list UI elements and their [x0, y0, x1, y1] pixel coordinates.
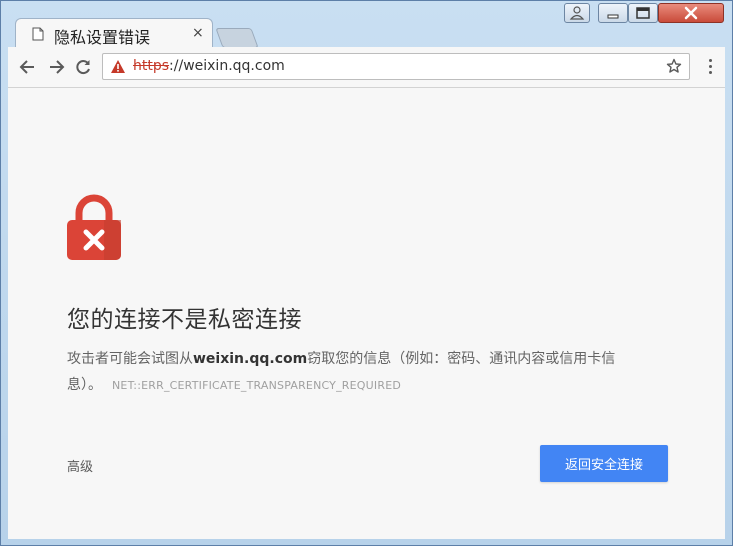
browser-window: 隐私设置错误 × https://weixin.qq.com 您的连接不是私密连… — [0, 0, 733, 546]
minimize-icon — [607, 14, 619, 19]
maximize-button[interactable] — [628, 3, 658, 23]
window-close-button[interactable] — [658, 3, 724, 23]
back-to-safety-button[interactable]: 返回安全连接 — [540, 445, 668, 482]
minimize-button[interactable] — [598, 3, 628, 23]
reload-icon[interactable] — [73, 57, 93, 77]
address-bar[interactable]: https://weixin.qq.com — [102, 53, 690, 80]
page-icon — [32, 27, 44, 41]
broken-lock-icon — [67, 194, 121, 260]
page-title: 您的连接不是私密连接 — [67, 307, 302, 333]
tab-title: 隐私设置错误 — [54, 28, 151, 47]
user-profile-button[interactable] — [564, 3, 590, 23]
bookmark-star-icon[interactable] — [666, 58, 682, 74]
url-scheme: https — [133, 58, 170, 74]
error-description: 攻击者可能会试图从weixin.qq.com窃取您的信息（例如：密码、通讯内容或… — [67, 346, 647, 399]
desc-text-pre: 攻击者可能会试图从 — [67, 351, 193, 367]
close-icon — [684, 6, 698, 20]
user-icon — [569, 6, 585, 20]
warning-icon[interactable] — [110, 59, 126, 74]
error-code[interactable]: NET::ERR_CERTIFICATE_TRANSPARENCY_REQUIR… — [112, 379, 401, 392]
maximize-icon — [636, 7, 650, 19]
new-tab-button[interactable] — [215, 28, 259, 48]
interstitial-page: 您的连接不是私密连接 攻击者可能会试图从weixin.qq.com窃取您的信息（… — [8, 88, 725, 539]
tab-active[interactable]: 隐私设置错误 × — [15, 18, 213, 48]
tab-close-icon[interactable]: × — [192, 25, 204, 41]
desc-domain: weixin.qq.com — [193, 351, 308, 367]
url-host: ://weixin.qq.com — [169, 58, 285, 74]
back-arrow-icon[interactable] — [18, 57, 38, 77]
advanced-link[interactable]: 高级 — [67, 456, 93, 475]
title-bar: 隐私设置错误 × — [1, 1, 732, 48]
browser-toolbar: https://weixin.qq.com — [8, 47, 725, 88]
url-text[interactable]: https://weixin.qq.com — [133, 58, 285, 74]
forward-arrow-icon[interactable] — [46, 57, 66, 77]
more-menu-icon[interactable] — [709, 59, 713, 75]
